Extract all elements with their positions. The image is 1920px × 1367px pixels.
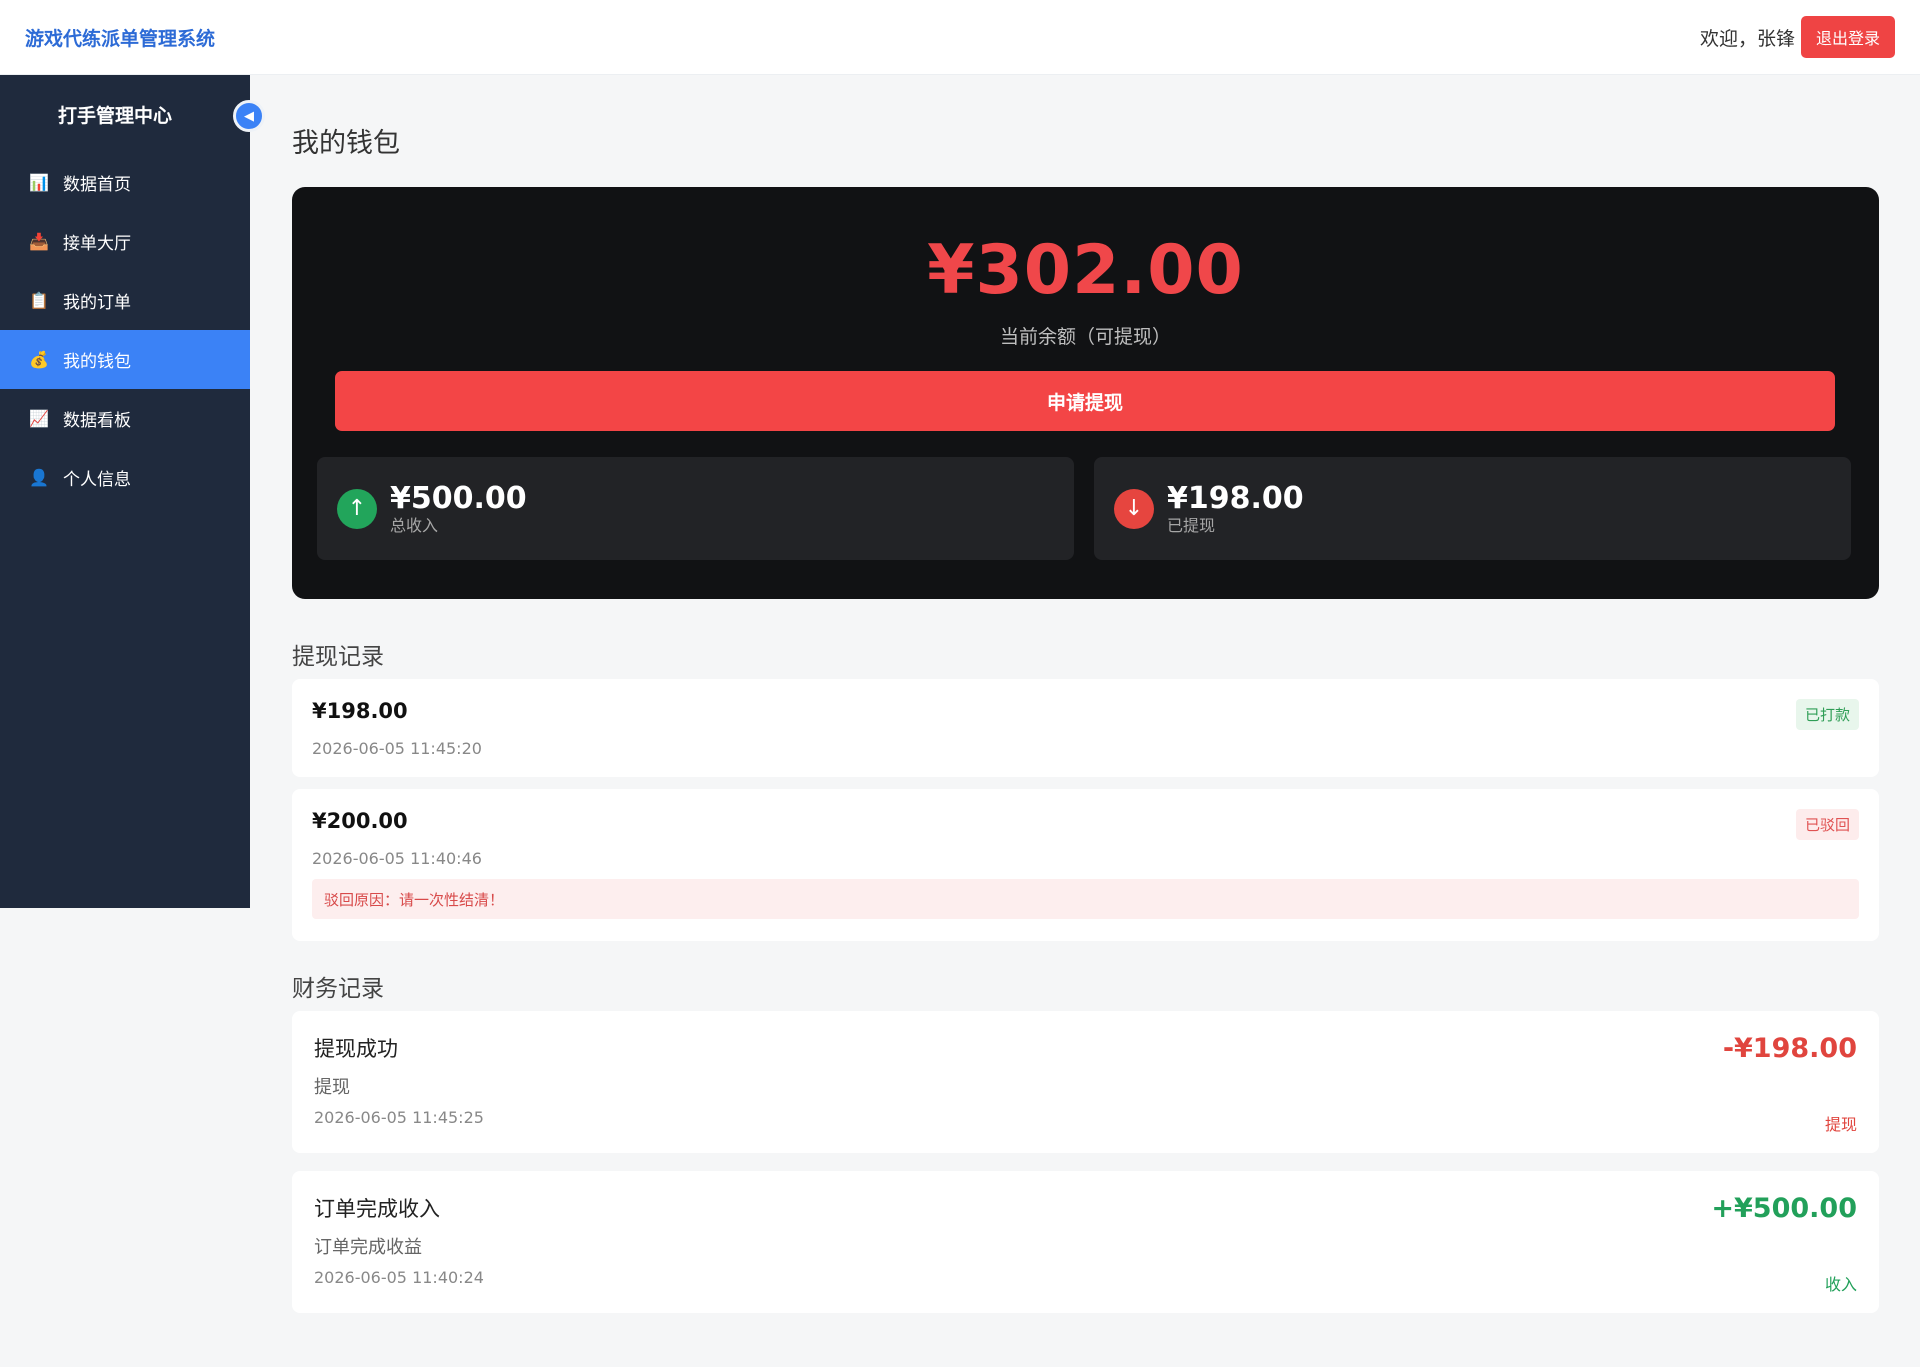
finance-amount: +¥500.00	[1711, 1193, 1857, 1224]
status-badge: 已驳回	[1795, 809, 1859, 840]
withdraw-amount: ¥198.00	[312, 699, 408, 723]
sidebar-item-my-orders[interactable]: 📋 我的订单	[0, 271, 250, 330]
finance-title: 订单完成收入	[314, 1197, 440, 1221]
finance-amount: -¥198.00	[1722, 1033, 1857, 1064]
balance-label: 当前余额（可提现）	[999, 326, 1171, 348]
withdrawn-box: ↓ ¥198.00 已提现	[1094, 457, 1851, 560]
finance-type: 收入	[1824, 1275, 1857, 1294]
inbox-icon: 📥	[29, 232, 49, 251]
finance-type: 提现	[1824, 1115, 1857, 1134]
sidebar-item-label: 我的钱包	[63, 352, 131, 372]
withdraw-records-title: 提现记录	[292, 644, 384, 670]
finance-desc: 订单完成收益	[314, 1237, 422, 1258]
welcome-text: 欢迎，张锋	[1699, 27, 1795, 50]
sidebar-item-my-wallet[interactable]: 💰 我的钱包	[0, 330, 250, 389]
total-income-box: ↑ ¥500.00 总收入	[317, 457, 1074, 560]
sidebar-item-data-board[interactable]: 📈 数据看板	[0, 389, 250, 448]
withdraw-amount: ¥200.00	[312, 809, 408, 833]
logout-button[interactable]: 退出登录	[1800, 16, 1895, 58]
money-bag-icon: 💰	[29, 350, 49, 369]
sidebar-item-label: 个人信息	[63, 470, 131, 490]
sidebar-item-dashboard[interactable]: 📊 数据首页	[0, 153, 250, 212]
trend-chart-icon: 📈	[29, 409, 49, 428]
top-header: 游戏代练派单管理系统 欢迎，张锋 退出登录	[0, 0, 1920, 75]
sidebar: 打手管理中心 📊 数据首页 📥 接单大厅 📋 我的订单 💰 我的钱包 📈 数据看…	[0, 75, 250, 908]
sidebar-title: 打手管理中心	[57, 104, 172, 127]
finance-desc: 提现	[314, 1077, 350, 1098]
user-area: 欢迎，张锋 退出登录	[1700, 16, 1895, 58]
collapse-sidebar-button[interactable]: ◀	[233, 100, 265, 132]
wallet-card: ¥302.00 当前余额（可提现） 申请提现 ↑ ¥500.00 总收入 ↓ ¥…	[292, 187, 1879, 599]
withdraw-record: ¥200.00 2026-06-05 11:40:46 已驳回 驳回原因：请一次…	[292, 789, 1879, 941]
apply-withdraw-button[interactable]: 申请提现	[335, 371, 1835, 431]
total-income-label: 总收入	[390, 515, 439, 535]
sidebar-item-label: 数据首页	[63, 175, 131, 195]
arrow-down-icon: ↓	[1114, 488, 1154, 529]
withdrawn-label: 已提现	[1167, 515, 1216, 535]
status-badge: 已打款	[1795, 699, 1859, 730]
balance-amount: ¥302.00	[927, 231, 1244, 310]
user-icon: 👤	[29, 468, 49, 487]
finance-records-title: 财务记录	[292, 976, 384, 1002]
sidebar-item-order-hall[interactable]: 📥 接单大厅	[0, 212, 250, 271]
finance-record: 订单完成收入 订单完成收益 2026-06-05 11:40:24 +¥500.…	[292, 1171, 1879, 1313]
sidebar-item-label: 我的订单	[63, 293, 131, 313]
reject-reason: 驳回原因：请一次性结清！	[312, 879, 1859, 919]
withdraw-time: 2026-06-05 11:45:20	[312, 739, 482, 758]
finance-record: 提现成功 提现 2026-06-05 11:45:25 -¥198.00 提现	[292, 1011, 1879, 1153]
finance-time: 2026-06-05 11:40:24	[314, 1268, 484, 1287]
main-content: 我的钱包 ¥302.00 当前余额（可提现） 申请提现 ↑ ¥500.00 总收…	[292, 75, 1879, 1313]
sidebar-item-label: 接单大厅	[63, 234, 131, 254]
arrow-up-icon: ↑	[337, 488, 377, 529]
sidebar-item-label: 数据看板	[63, 411, 131, 431]
bar-chart-icon: 📊	[29, 173, 49, 192]
chevron-left-icon: ◀	[244, 108, 254, 124]
sidebar-item-profile[interactable]: 👤 个人信息	[0, 448, 250, 507]
withdraw-time: 2026-06-05 11:40:46	[312, 849, 482, 868]
withdraw-record: ¥198.00 2026-06-05 11:45:20 已打款	[292, 679, 1879, 777]
clipboard-icon: 📋	[29, 291, 49, 310]
total-income-amount: ¥500.00	[390, 480, 527, 516]
withdrawn-amount: ¥198.00	[1167, 480, 1304, 516]
page-title: 我的钱包	[292, 128, 400, 159]
finance-title: 提现成功	[314, 1037, 398, 1061]
finance-time: 2026-06-05 11:45:25	[314, 1108, 484, 1127]
app-title: 游戏代练派单管理系统	[25, 27, 216, 50]
